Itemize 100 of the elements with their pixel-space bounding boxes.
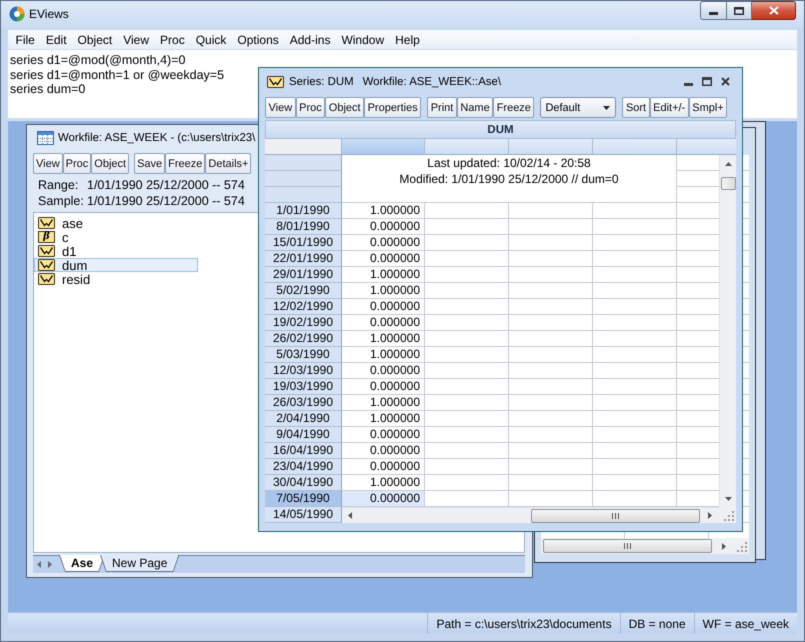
menu-item[interactable]: Options xyxy=(232,32,284,46)
size-grip-icon[interactable] xyxy=(723,510,734,521)
info-value: 1/01/1990 25/12/2000 -- 574 xyxy=(87,193,245,209)
series-icon xyxy=(38,273,55,285)
menu-item[interactable]: View xyxy=(118,32,155,46)
toolbar-button[interactable]: View xyxy=(265,97,296,118)
toolbar-button[interactable]: Properties xyxy=(364,97,422,118)
scroll-thumb[interactable] xyxy=(531,508,700,522)
menu-item[interactable]: Quick xyxy=(190,32,232,46)
scroll-down-icon[interactable] xyxy=(724,497,732,501)
scroll-right-icon[interactable] xyxy=(722,542,726,550)
status-field: Path = c:\users\trix23\documents xyxy=(427,613,620,634)
close-icon xyxy=(768,6,778,15)
row-header: 5/02/1990 xyxy=(265,283,342,299)
command-line: series dum=0 xyxy=(10,82,86,96)
row-header: 1/01/1990 xyxy=(265,203,342,219)
row-header: 15/01/1990 xyxy=(265,235,342,251)
view-dropdown[interactable]: Default xyxy=(540,97,616,118)
window-title: Workfile: ASE_WEEK - (c:\users\trix23\ xyxy=(58,132,256,144)
row-header: 9/04/1990 xyxy=(265,427,342,443)
toolbar-button[interactable]: View xyxy=(33,153,63,174)
row-header: 14/05/1990 xyxy=(265,507,342,523)
scroll-thumb[interactable] xyxy=(543,539,712,553)
vertical-scrollbar[interactable] xyxy=(719,155,736,507)
coefficient-icon: β xyxy=(38,231,55,243)
scroll-up-icon[interactable] xyxy=(724,162,732,166)
row-header: 19/03/1990 xyxy=(265,379,342,395)
row-header: 26/03/1990 xyxy=(265,395,342,411)
column-header[interactable] xyxy=(342,139,425,155)
row-header: 29/01/1990 xyxy=(265,267,342,283)
toolbar-button[interactable]: Details+ xyxy=(205,153,252,174)
row-header: 16/04/1990 xyxy=(265,443,342,459)
horizontal-scrollbar[interactable] xyxy=(342,507,719,523)
status-field: DB = none xyxy=(620,613,694,634)
menu-item[interactable]: Help xyxy=(390,32,426,46)
minimize-icon xyxy=(709,12,718,15)
close-icon[interactable] xyxy=(721,77,730,86)
scroll-thumb[interactable] xyxy=(720,177,736,190)
info-label: Sample: xyxy=(38,193,85,209)
info-label: Range: xyxy=(38,177,80,193)
row-header: 26/02/1990 xyxy=(265,331,342,347)
menu-item[interactable]: Proc xyxy=(154,32,190,46)
scroll-left-icon[interactable] xyxy=(348,512,352,519)
scroll-right-icon[interactable] xyxy=(48,561,52,568)
toolbar-button[interactable]: Save xyxy=(134,153,166,174)
series-icon xyxy=(267,76,284,88)
column-header[interactable] xyxy=(593,139,677,155)
toolbar-button[interactable]: Edit+/- xyxy=(650,97,689,118)
toolbar-button[interactable]: Object xyxy=(91,153,130,174)
scroll-left-icon[interactable] xyxy=(37,561,41,568)
minimize-button[interactable] xyxy=(700,1,726,20)
command-line: series d1=@month=1 or @weekday=5 xyxy=(10,68,224,82)
app-logo-icon xyxy=(9,6,25,22)
menu-item[interactable]: Add-ins xyxy=(284,32,336,46)
status-field: WF = ase_week xyxy=(694,613,797,634)
workfile-object[interactable]: resid xyxy=(34,272,198,286)
menu-item[interactable]: File xyxy=(10,32,40,46)
note-text: Last updated: 10/02/14 - 20:58 xyxy=(427,155,591,171)
menu-item[interactable]: Edit xyxy=(40,32,72,46)
toolbar-button[interactable]: Sort xyxy=(622,97,650,118)
toolbar-button[interactable]: Freeze xyxy=(165,153,206,174)
note-text: Modified: 1/01/1990 25/12/2000 // dum=0 xyxy=(399,171,619,187)
row-header: 19/02/1990 xyxy=(265,315,342,331)
toolbar-button[interactable]: Name xyxy=(456,97,494,118)
close-button[interactable] xyxy=(752,1,796,20)
series-name-header: DUM xyxy=(265,120,736,139)
toolbar-button[interactable]: Proc xyxy=(296,97,326,118)
scroll-right-icon[interactable] xyxy=(708,512,712,519)
command-line: series d1=@mod(@month,4)=0 xyxy=(10,53,186,68)
workfile-object[interactable]: β c xyxy=(34,230,198,244)
column-header[interactable] xyxy=(425,139,509,155)
maximize-icon xyxy=(734,6,744,14)
window-title: EViews xyxy=(29,6,69,20)
menu-item[interactable]: Window xyxy=(336,32,390,46)
row-header: 2/04/1990 xyxy=(265,411,342,427)
row-header: 23/04/1990 xyxy=(265,459,342,475)
maximize-icon[interactable] xyxy=(702,77,712,86)
menu-item[interactable]: Object xyxy=(72,32,118,46)
row-header: 7/05/1990 xyxy=(265,491,342,507)
column-header[interactable] xyxy=(509,139,593,155)
horizontal-scrollbar[interactable] xyxy=(541,538,732,554)
table-icon xyxy=(37,130,54,144)
row-header: 22/01/1990 xyxy=(265,251,342,267)
window-title: Series: DUM xyxy=(289,76,354,88)
workfile-object[interactable]: d1 xyxy=(34,244,198,258)
info-value: 1/01/1990 25/12/2000 -- 574 xyxy=(87,177,245,193)
table-cell: 0.000000 xyxy=(342,491,425,507)
series-icon xyxy=(38,245,55,257)
toolbar-button[interactable]: Proc xyxy=(62,153,92,174)
row-header: 5/03/1990 xyxy=(265,347,342,363)
maximize-button[interactable] xyxy=(726,1,752,20)
toolbar-button[interactable]: Smpl+ xyxy=(688,97,728,118)
workfile-object[interactable]: dum xyxy=(34,258,198,272)
workfile-object[interactable]: ase xyxy=(34,216,198,230)
row-header: 30/04/1990 xyxy=(265,475,342,491)
toolbar-button[interactable]: Print xyxy=(427,97,457,118)
toolbar-button[interactable]: Object xyxy=(325,97,364,118)
size-grip-icon[interactable] xyxy=(736,541,747,552)
toolbar-button[interactable]: Freeze xyxy=(493,97,534,118)
column-header[interactable] xyxy=(677,139,736,155)
